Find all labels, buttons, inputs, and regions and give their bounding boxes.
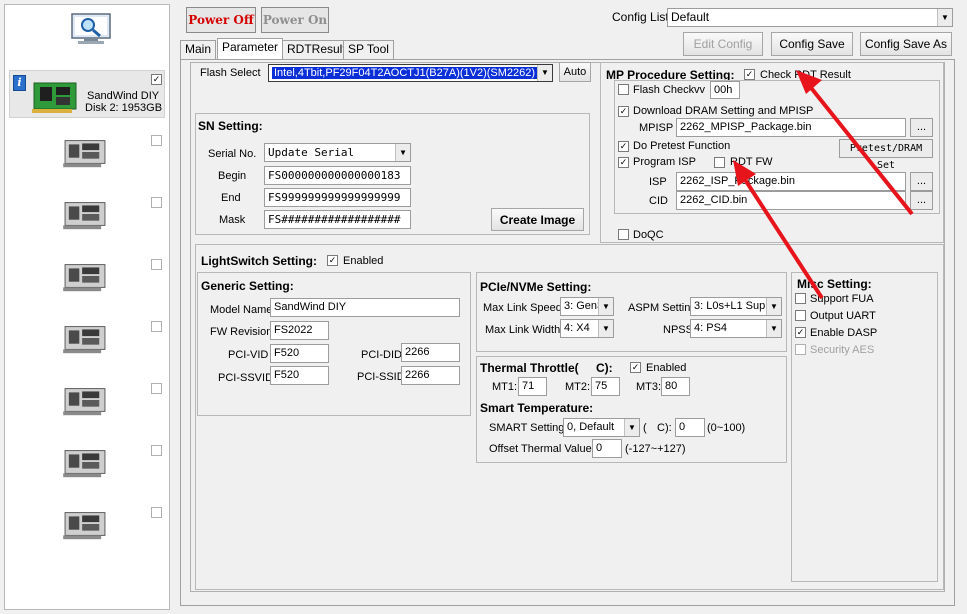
- arrow-to-check-rdt: [796, 70, 914, 216]
- arrow-to-rdt-fw: [733, 160, 824, 300]
- annotation-arrows: [733, 70, 914, 300]
